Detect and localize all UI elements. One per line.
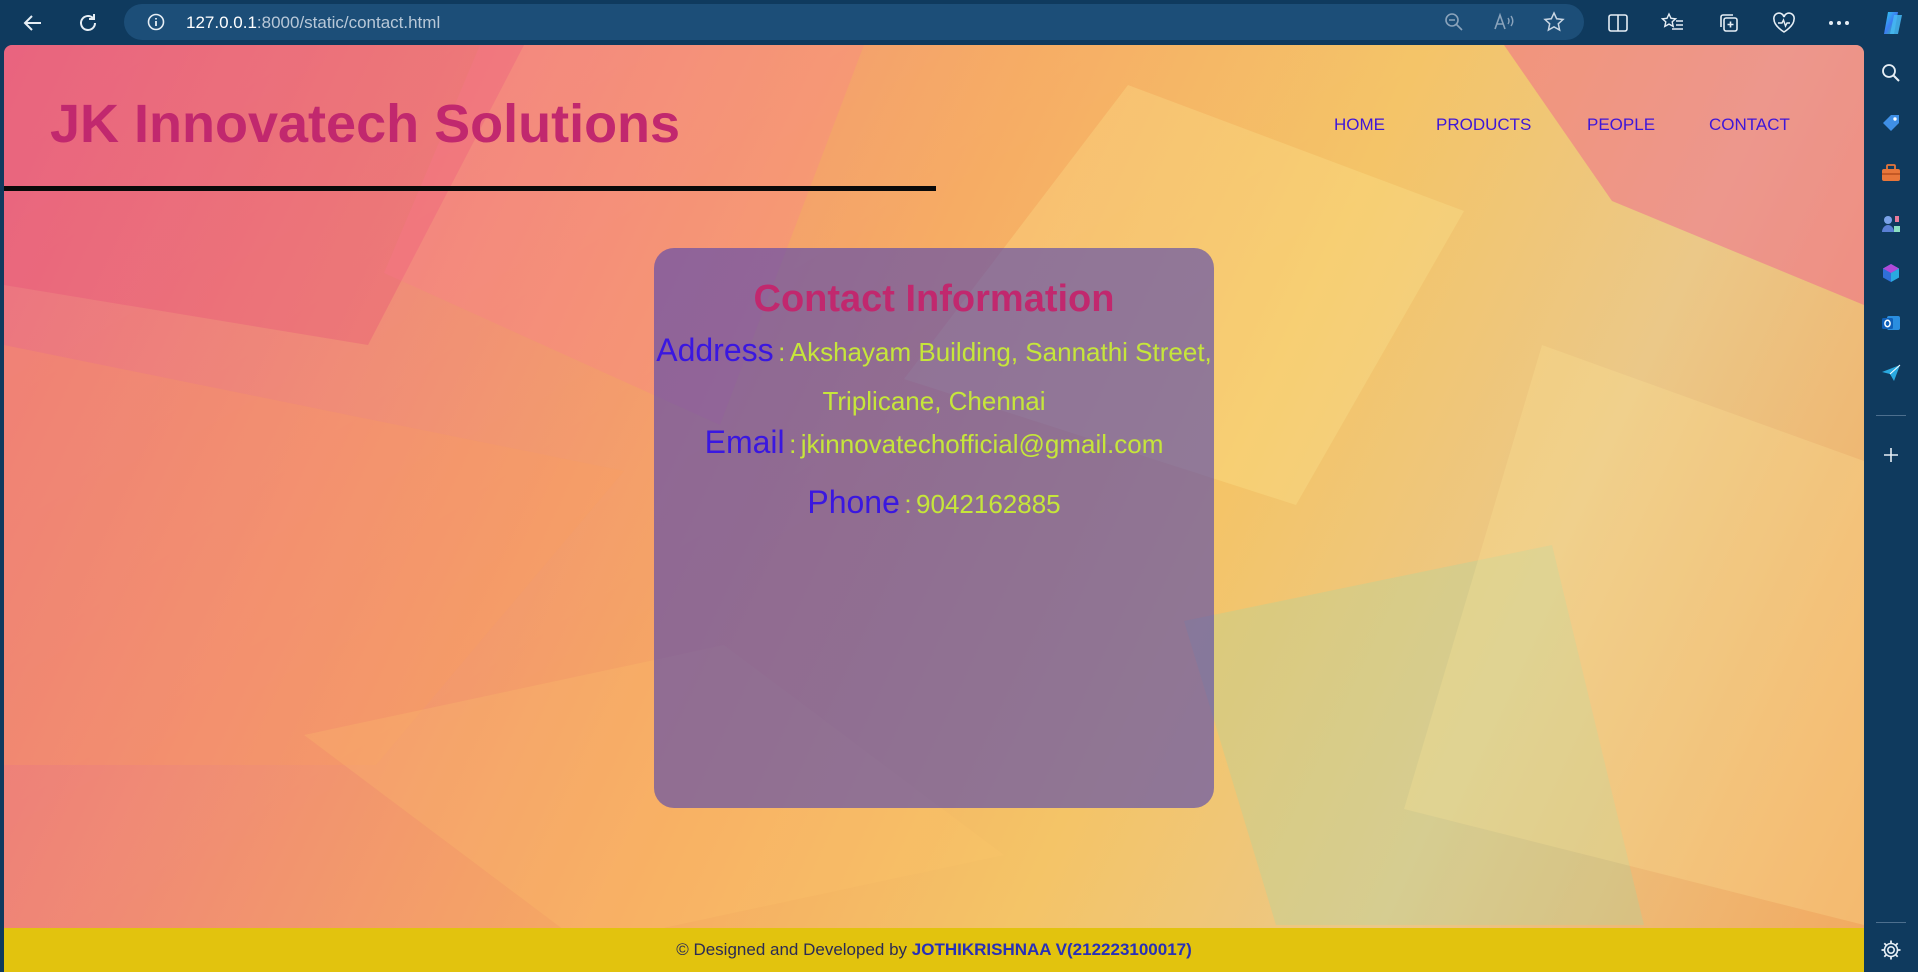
send-icon[interactable] xyxy=(1876,358,1906,388)
browser-essentials-icon[interactable] xyxy=(1767,6,1801,40)
browser-sidebar xyxy=(1864,45,1918,972)
footer-credit: © Designed and Developed by xyxy=(676,940,908,959)
url-host: 127.0.0.1 xyxy=(186,13,257,32)
site-title: JK Innovatech Solutions xyxy=(50,94,681,154)
url-text: 127.0.0.1:8000/static/contact.html xyxy=(186,13,440,33)
background-facet xyxy=(1504,45,1864,305)
footer-author: JOTHIKRISHNAA V(212223100017) xyxy=(911,940,1192,959)
sidebar-divider xyxy=(1876,415,1906,416)
add-icon[interactable] xyxy=(1876,440,1906,470)
contact-card: Contact Information Address : Akshayam B… xyxy=(654,248,1214,808)
page-footer: © Designed and Developed by JOTHIKRISHNA… xyxy=(4,928,1864,972)
email-label: Email xyxy=(704,424,785,460)
title-underline xyxy=(4,186,936,191)
url-path: :8000/static/contact.html xyxy=(256,13,441,32)
collections-icon[interactable] xyxy=(1712,6,1746,40)
microsoft-365-icon[interactable] xyxy=(1876,258,1906,288)
phone-value[interactable]: 9042162885 xyxy=(916,489,1061,519)
address-row: Address : Akshayam Building, Sannathi St… xyxy=(654,328,1214,428)
browser-toolbar: 127.0.0.1:8000/static/contact.html xyxy=(0,0,1918,45)
sidebar-divider xyxy=(1876,922,1906,923)
shopping-tag-icon[interactable] xyxy=(1876,108,1906,138)
games-icon[interactable] xyxy=(1876,208,1906,238)
nav-link-people[interactable]: PEOPLE xyxy=(1587,115,1655,135)
phone-separator: : xyxy=(904,489,912,519)
tools-icon[interactable] xyxy=(1876,158,1906,188)
nav-link-products[interactable]: PRODUCTS xyxy=(1436,115,1531,135)
read-aloud-icon[interactable] xyxy=(1492,10,1516,34)
phone-label: Phone xyxy=(807,484,900,520)
email-separator: : xyxy=(789,429,797,459)
page-viewport: JK Innovatech Solutions HOME PRODUCTS PE… xyxy=(4,45,1864,972)
site-info-icon[interactable] xyxy=(146,12,166,32)
copilot-icon[interactable] xyxy=(1876,6,1910,40)
address-value: Akshayam Building, Sannathi Street, Trip… xyxy=(789,337,1212,416)
sidebar-search-icon[interactable] xyxy=(1876,58,1906,88)
email-value[interactable]: jkinnovatechofficial@gmail.com xyxy=(801,429,1164,459)
split-screen-icon[interactable] xyxy=(1601,6,1635,40)
favorite-star-icon[interactable] xyxy=(1542,10,1566,34)
back-icon[interactable] xyxy=(16,6,50,40)
settings-gear-icon[interactable] xyxy=(1876,935,1906,965)
refresh-icon[interactable] xyxy=(71,6,105,40)
address-separator: : xyxy=(778,337,786,367)
nav-link-contact[interactable]: CONTACT xyxy=(1709,115,1790,135)
email-row: Email : jkinnovatechofficial@gmail.com xyxy=(654,420,1214,471)
contact-heading: Contact Information xyxy=(753,278,1115,320)
zoom-out-icon[interactable] xyxy=(1442,10,1466,34)
outlook-icon[interactable] xyxy=(1876,308,1906,338)
phone-row: Phone : 9042162885 xyxy=(654,480,1214,531)
favorites-icon[interactable] xyxy=(1656,6,1690,40)
nav-link-home[interactable]: HOME xyxy=(1334,115,1385,135)
address-bar[interactable]: 127.0.0.1:8000/static/contact.html xyxy=(124,4,1584,40)
more-options-icon[interactable] xyxy=(1822,6,1856,40)
address-label: Address xyxy=(656,332,774,368)
